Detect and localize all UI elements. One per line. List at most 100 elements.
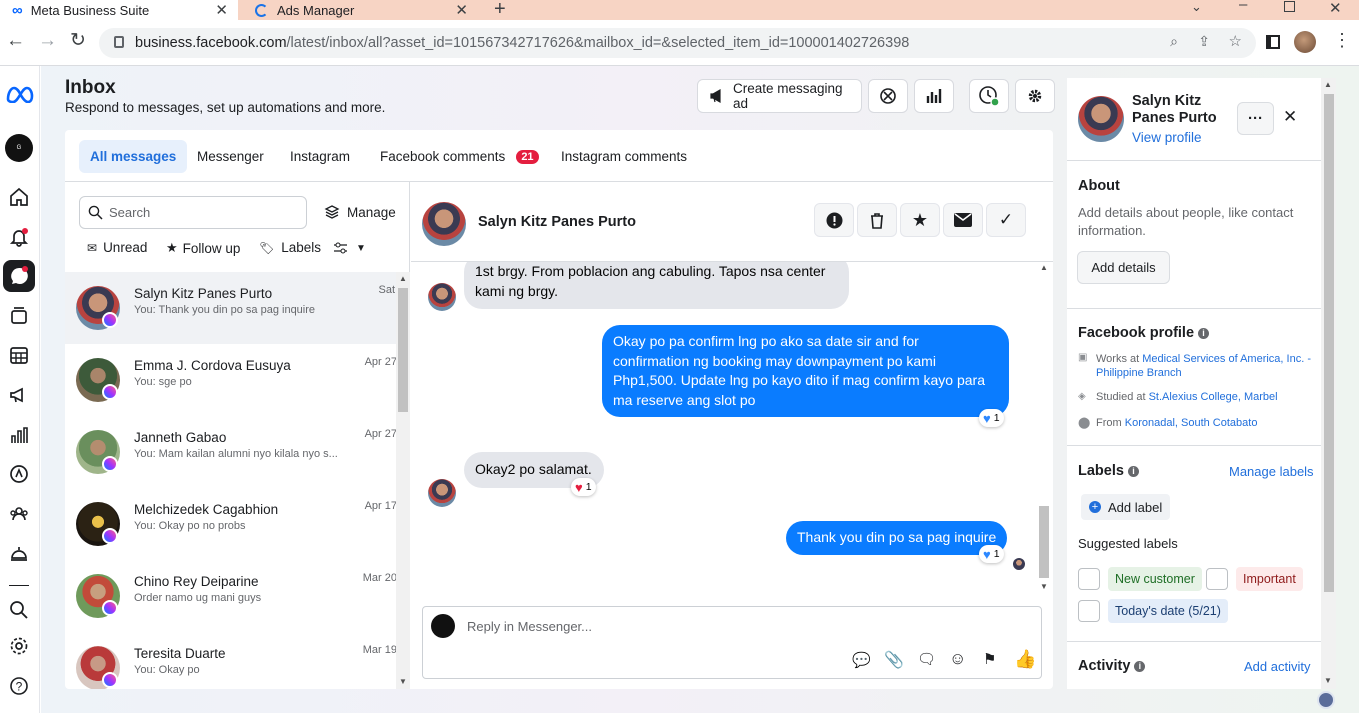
planner-icon[interactable]: [6, 342, 32, 368]
mark-spam-button[interactable]: [814, 203, 854, 237]
info-icon[interactable]: i: [1198, 328, 1210, 339]
checkbox-important[interactable]: [1206, 568, 1228, 590]
minimize-icon[interactable]: –: [1239, 0, 1247, 13]
from-place-link[interactable]: Koronadal, South Cotabato: [1125, 417, 1258, 429]
browser-tab-ads[interactable]: Ads Manager ✕: [243, 0, 478, 20]
conversation-item[interactable]: Emma J. Cordova Eusuya You: sge po Apr 27: [65, 344, 409, 416]
reaction-badge[interactable]: ♥ 1: [979, 545, 1004, 563]
conversation-item[interactable]: Janneth Gabao You: Mam kailan alumni nyo …: [65, 416, 409, 488]
scroll-up-arrow-icon[interactable]: ▲: [1040, 263, 1048, 272]
mark-done-button[interactable]: ✓: [986, 203, 1026, 237]
reload-icon[interactable]: ↻: [70, 29, 86, 52]
maximize-icon[interactable]: [1284, 1, 1295, 12]
close-tab-icon[interactable]: ✕: [215, 1, 228, 19]
ads-icon[interactable]: [6, 382, 32, 408]
thread-scrollbar[interactable]: ▲ ▼: [1038, 263, 1050, 594]
meta-logo-icon[interactable]: [4, 81, 36, 107]
scroll-thumb[interactable]: [1039, 506, 1049, 578]
follow-up-button[interactable]: ★: [900, 203, 940, 237]
study-place-link[interactable]: St.Alexius College, Marbel: [1149, 391, 1278, 403]
reply-box[interactable]: Reply in Messenger... 💬 📎 🗨 ☺ ⚑ 👍: [422, 606, 1042, 679]
inbox-icon[interactable]: [3, 260, 35, 292]
audience-icon[interactable]: [6, 501, 32, 527]
sidebar-toggle-icon[interactable]: [1266, 35, 1280, 49]
availability-button[interactable]: [969, 79, 1009, 113]
info-icon[interactable]: i: [1134, 661, 1146, 672]
label-todays-date[interactable]: Today's date (5/21): [1108, 599, 1228, 623]
reaction-badge[interactable]: ♥ 1: [571, 478, 596, 496]
notifications-icon[interactable]: [6, 224, 32, 250]
chat-bubble-icon[interactable]: 🗨: [917, 650, 936, 668]
scroll-down-arrow-icon[interactable]: ▼: [399, 677, 407, 686]
content-icon[interactable]: [6, 303, 32, 329]
tab-instagram[interactable]: Instagram: [279, 140, 361, 173]
add-details-button[interactable]: Add details: [1077, 251, 1170, 284]
zoom-icon[interactable]: ⌕: [1170, 33, 1178, 50]
thumbs-up-icon[interactable]: 👍: [1014, 649, 1036, 670]
follow-up-filter[interactable]: ★ Follow up: [166, 240, 240, 256]
flag-icon[interactable]: ⚑: [983, 650, 996, 668]
tab-all-messages[interactable]: All messages: [79, 140, 188, 173]
saved-replies-icon[interactable]: 💬: [852, 651, 871, 669]
message-bubble-incoming[interactable]: 1st brgy. From poblacion ang cabuling. T…: [464, 262, 849, 309]
emoji-icon[interactable]: ☺: [949, 649, 966, 669]
settings-button[interactable]: [1015, 79, 1055, 113]
conversation-item[interactable]: Melchizedek Cagabhion You: Okay po no pro…: [65, 488, 409, 560]
home-icon[interactable]: [6, 184, 32, 210]
labels-filter[interactable]: 🏷 Labels: [259, 240, 321, 255]
attach-icon[interactable]: 📎: [884, 650, 904, 670]
conversation-item[interactable]: Teresita Duarte You: Okay po Mar 19: [65, 632, 409, 689]
label-important[interactable]: Important: [1236, 567, 1303, 591]
automations-button[interactable]: [868, 79, 908, 113]
add-activity-link[interactable]: Add activity: [1244, 659, 1310, 674]
search-icon[interactable]: [6, 597, 32, 623]
profile-avatar[interactable]: [1294, 31, 1316, 53]
close-panel-icon[interactable]: ✕: [1283, 107, 1297, 127]
info-icon[interactable]: i: [1127, 466, 1139, 477]
reaction-badge[interactable]: ♥ 1: [979, 409, 1004, 427]
conversation-item[interactable]: Salyn Kitz Panes Purto You: Thank you din…: [65, 272, 409, 344]
help-icon[interactable]: ?: [6, 673, 32, 699]
page-avatar[interactable]: G: [5, 134, 33, 162]
manage-labels-link[interactable]: Manage labels: [1229, 464, 1314, 479]
close-window-icon[interactable]: ✕: [1329, 0, 1342, 17]
unread-filter[interactable]: ✉ Unread: [87, 240, 147, 255]
mark-unread-button[interactable]: [943, 203, 983, 237]
manage-button[interactable]: Manage: [324, 204, 396, 220]
bookmark-star-icon[interactable]: ☆: [1229, 32, 1242, 50]
tab-search-icon[interactable]: ⌄: [1191, 0, 1202, 15]
back-icon[interactable]: ←: [6, 30, 25, 52]
checkbox-new-customer[interactable]: [1078, 568, 1100, 590]
scroll-down-arrow-icon[interactable]: ▼: [1324, 676, 1332, 685]
label-new-customer[interactable]: New customer: [1108, 567, 1202, 591]
scroll-thumb[interactable]: [1324, 94, 1334, 592]
scroll-up-arrow-icon[interactable]: ▲: [1324, 80, 1332, 89]
add-label-button[interactable]: + Add label: [1081, 494, 1171, 520]
menu-dots-icon[interactable]: ⋮: [1333, 30, 1351, 51]
conversation-item[interactable]: Chino Rey Deiparine Order namo ug mani gu…: [65, 560, 409, 632]
settings-icon[interactable]: [6, 633, 32, 659]
list-scrollbar[interactable]: ▲ ▼: [396, 272, 410, 689]
checkbox-todays-date[interactable]: [1078, 600, 1100, 622]
more-filters-button[interactable]: ▼: [333, 241, 366, 255]
delete-button[interactable]: [857, 203, 897, 237]
browser-tab-meta[interactable]: ∞ Meta Business Suite ✕: [0, 0, 238, 20]
create-messaging-ad-button[interactable]: Create messaging ad: [697, 79, 862, 113]
message-bubble-outgoing[interactable]: Thank you din po sa pag inquire: [786, 521, 1008, 555]
tab-instagram-comments[interactable]: Instagram comments: [550, 140, 698, 173]
close-tab-icon[interactable]: ✕: [455, 1, 468, 19]
more-options-button[interactable]: ···: [1237, 102, 1274, 135]
share-icon[interactable]: ⇪: [1198, 33, 1210, 50]
new-tab-icon[interactable]: +: [494, 0, 506, 21]
thread-contact-name[interactable]: Salyn Kitz Panes Purto: [478, 214, 636, 230]
scroll-thumb[interactable]: [398, 288, 408, 412]
view-profile-link[interactable]: View profile: [1132, 130, 1202, 145]
tab-messenger[interactable]: Messenger: [186, 140, 275, 173]
insights-icon[interactable]: [6, 422, 32, 448]
message-bubble-outgoing[interactable]: Okay po pa confirm lng po ako sa date si…: [602, 325, 1009, 417]
url-field[interactable]: business.facebook.com/latest/inbox/all?a…: [99, 28, 1256, 58]
search-input[interactable]: Search: [79, 196, 307, 229]
forward-icon[interactable]: →: [38, 30, 57, 52]
services-bell-icon[interactable]: [6, 540, 32, 566]
profile-avatar[interactable]: [1078, 96, 1124, 142]
